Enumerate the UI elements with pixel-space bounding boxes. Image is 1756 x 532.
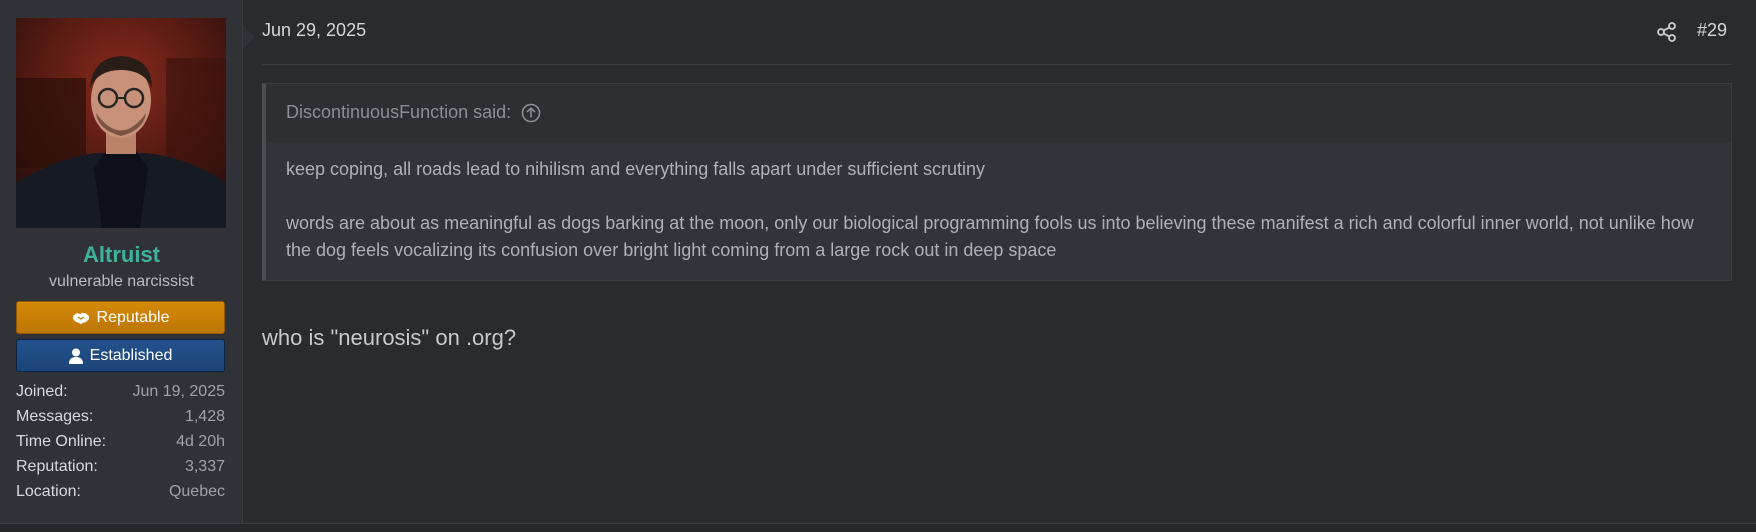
quote-body: keep coping, all roads lead to nihilism … bbox=[266, 142, 1731, 280]
stat-value: 4d 20h bbox=[176, 433, 225, 450]
stat-label: Messages: bbox=[16, 408, 94, 425]
quote-block: DiscontinuousFunction said: keep coping,… bbox=[262, 83, 1732, 281]
established-label: Established bbox=[89, 346, 173, 364]
user-stats: Joined: Jun 19, 2025 Messages: 1,428 Tim… bbox=[16, 379, 225, 504]
username[interactable]: Altruist bbox=[0, 242, 243, 268]
stat-reputation: Reputation: 3,337 bbox=[16, 454, 225, 479]
avatar-photo bbox=[16, 18, 226, 228]
quote-paragraph: keep coping, all roads lead to nihilism … bbox=[286, 159, 986, 179]
quote-header[interactable]: DiscontinuousFunction said: bbox=[266, 84, 1731, 142]
stat-label: Time Online: bbox=[16, 433, 107, 450]
header-divider bbox=[262, 64, 1732, 65]
share-icon[interactable] bbox=[1656, 21, 1678, 43]
stat-messages: Messages: 1,428 bbox=[16, 404, 225, 429]
user-title: vulnerable narcissist bbox=[49, 273, 194, 290]
user-icon bbox=[68, 348, 83, 364]
stat-value: Jun 19, 2025 bbox=[132, 383, 225, 400]
quote-paragraph: words are about as meaningful as dogs ba… bbox=[286, 213, 1694, 260]
stat-value[interactable]: Quebec bbox=[169, 479, 225, 504]
user-panel: Altruist vulnerable narcissist Reputable… bbox=[0, 0, 243, 523]
reputable-banner: Reputable bbox=[16, 301, 225, 334]
arrow-up-circle-icon[interactable] bbox=[521, 103, 541, 123]
stat-location: Location: Quebec bbox=[16, 479, 225, 504]
stat-label: Joined: bbox=[16, 383, 68, 400]
post-number-link[interactable]: #29 bbox=[1697, 20, 1727, 41]
post-date[interactable]: Jun 29, 2025 bbox=[262, 20, 366, 41]
established-banner: Established bbox=[16, 339, 225, 372]
stat-label: Reputation: bbox=[16, 458, 98, 475]
avatar[interactable] bbox=[16, 18, 226, 228]
post-footer-divider bbox=[0, 523, 1756, 532]
quote-author[interactable]: DiscontinuousFunction said: bbox=[286, 102, 511, 123]
stat-value: 3,337 bbox=[184, 458, 225, 475]
user-panel-arrow bbox=[243, 25, 255, 49]
stat-label: Location: bbox=[16, 483, 81, 500]
stat-value[interactable]: 1,428 bbox=[185, 404, 225, 429]
stat-time-online: Time Online: 4d 20h bbox=[16, 429, 225, 454]
reputable-label: Reputable bbox=[96, 308, 170, 326]
stat-joined: Joined: Jun 19, 2025 bbox=[16, 379, 225, 404]
handshake-icon bbox=[72, 311, 90, 325]
forum-post: Altruist vulnerable narcissist Reputable… bbox=[0, 0, 1756, 532]
post-message: who is "neurosis" on .org? bbox=[262, 325, 517, 350]
